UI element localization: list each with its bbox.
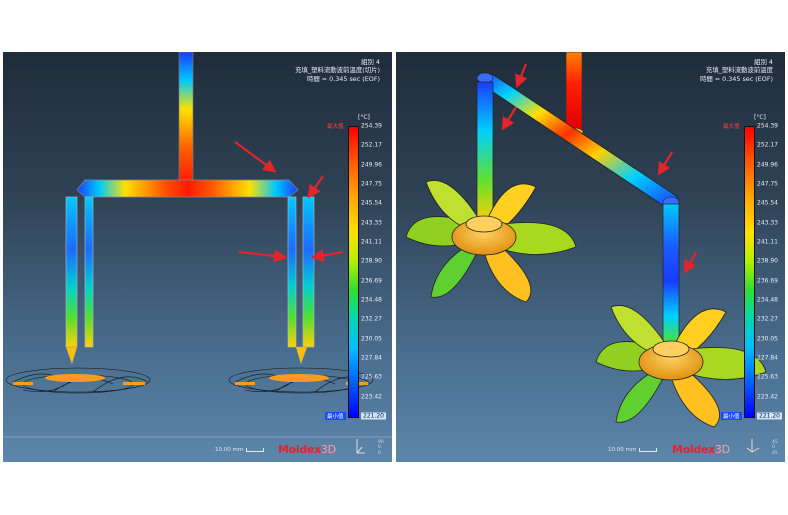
viewport-right[interactable]: 組別 4 充填_塑料流動波前溫度 時間 = 0.345 sec (EOF) [°… — [396, 52, 785, 462]
legend-tick-value: 223.42 — [361, 393, 382, 401]
legend-tick-value: 241.11 — [757, 238, 778, 246]
legend-tick-value: 225.63 — [757, 373, 778, 381]
sprue — [178, 52, 194, 181]
legend-tick-value: 234.48 — [361, 296, 382, 304]
legend-tick-value: 230.05 — [361, 335, 382, 343]
legend-unit: [°C] — [358, 114, 370, 121]
brand-suffix: 3D — [714, 443, 730, 456]
legend-tick-value: 245.54 — [757, 199, 778, 207]
arrow-indicator — [501, 106, 517, 131]
arrow-indicator — [515, 63, 528, 89]
legend-tick-value: 232.27 — [757, 315, 778, 323]
legend-max-label: 最大值 — [327, 124, 344, 130]
legend-tick-value: 221.20 — [757, 412, 782, 420]
info-result-name: 充填_塑料流動波前溫度 — [705, 66, 773, 75]
legend-tick-value: 254.39 — [361, 122, 382, 130]
moldex-logo: Moldex3D — [278, 443, 336, 456]
legend-tick-value: 249.96 — [361, 161, 382, 169]
brand-name: Moldex — [278, 443, 321, 456]
legend-tick-value: 243.33 — [361, 219, 382, 227]
legend-tick-value: 241.11 — [361, 238, 382, 246]
legend-tick-value: 236.69 — [361, 277, 382, 285]
legend-tick-value: 230.05 — [757, 335, 778, 343]
legend-tick-value: 223.42 — [757, 393, 778, 401]
legend-tick-value: 227.84 — [361, 354, 382, 362]
runner-slice-scene — [3, 52, 392, 438]
legend-max-label: 最大值 — [723, 124, 740, 130]
runner-3d-scene — [405, 52, 767, 428]
scale-bar-text: 10.00 mm — [215, 447, 244, 453]
legend-tick-value: 247.75 — [757, 180, 778, 188]
legend-unit: [°C] — [754, 114, 766, 121]
legend-tick-value: 232.27 — [361, 315, 382, 323]
runner — [76, 179, 299, 198]
info-time: 時間 = 0.345 sec (EOF) — [699, 74, 773, 83]
result-info: 組別 4 充填_塑料流動波前溫度 時間 = 0.345 sec (EOF) — [700, 58, 773, 83]
legend-tick-value: 227.84 — [757, 354, 778, 362]
legend-tick-value: 238.90 — [361, 257, 382, 265]
arrow-indicator — [307, 175, 324, 199]
brand-name: Moldex — [672, 443, 715, 456]
arrow-indicator — [234, 141, 277, 173]
sprue — [565, 52, 583, 131]
drop-left-2 — [84, 196, 94, 348]
info-result-name: 充填_塑料流動波前溫度(切片) — [295, 66, 380, 75]
drop-right-2 — [302, 196, 315, 348]
legend-min-label: 最小值 — [325, 412, 346, 420]
arrow-indicator — [683, 251, 697, 274]
legend-tick-value: 234.48 — [757, 296, 778, 304]
axis-values: 90 0 0 — [378, 440, 384, 457]
legend-tick-value: 252.17 — [361, 141, 382, 149]
axis-values: 45 0 45 — [772, 440, 778, 457]
legend-min-label: 最小值 — [721, 412, 742, 420]
fan-part-right — [595, 305, 767, 428]
arrow-indicator — [310, 248, 344, 262]
scale-bar: 10.00 mm — [215, 447, 265, 453]
drop-left-1 — [65, 196, 78, 348]
legend-tick-value: 225.63 — [361, 373, 382, 381]
legend-tick-value: 252.17 — [757, 141, 778, 149]
color-legend-bar — [744, 126, 755, 418]
result-info: 組別 4 充填_塑料流動波前溫度(切片) 時間 = 0.345 sec (EOF… — [295, 58, 380, 83]
legend-tick-value: 243.33 — [757, 219, 778, 227]
legend-tick-value: 221.20 — [361, 412, 386, 420]
axis-value: 45 — [772, 450, 778, 456]
arrow-indicator — [657, 151, 673, 176]
color-legend-bar — [348, 126, 359, 418]
moldex-logo: Moldex3D — [672, 443, 730, 456]
brand-suffix: 3D — [320, 443, 336, 456]
scale-bar: 10.00 mm — [608, 447, 658, 453]
legend-tick-value: 254.39 — [757, 122, 778, 130]
drop-right-1 — [287, 196, 297, 348]
arrow-indicator — [238, 249, 288, 263]
legend-tick-value: 236.69 — [757, 277, 778, 285]
drop-right — [662, 203, 680, 345]
xyz-axis-icon[interactable] — [746, 436, 760, 456]
legend-tick-value: 245.54 — [361, 199, 382, 207]
drop-left — [476, 81, 494, 223]
legend-tick-value: 249.96 — [757, 161, 778, 169]
axis-value: 0 — [378, 450, 381, 456]
legend-tick-value: 247.75 — [361, 180, 382, 188]
scale-bar-text: 10.00 mm — [608, 447, 637, 453]
info-time: 時間 = 0.345 sec (EOF) — [306, 74, 380, 83]
viewport-left[interactable]: 組別 4 充填_塑料流動波前溫度(切片) 時間 = 0.345 sec (EOF… — [3, 52, 392, 462]
xyz-axis-icon[interactable] — [353, 436, 367, 456]
legend-tick-value: 238.90 — [757, 257, 778, 265]
